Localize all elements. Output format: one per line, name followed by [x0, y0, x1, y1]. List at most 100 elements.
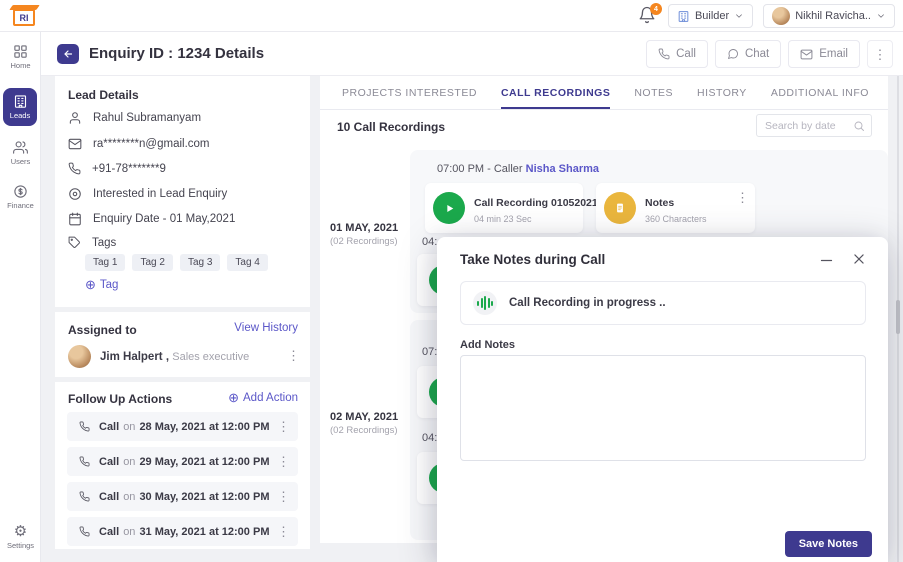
chevron-down-icon — [876, 11, 886, 21]
logo-text: RI — [13, 9, 35, 26]
follow-up-when: 29 May, 2021 at 12:00 PM — [139, 456, 269, 468]
back-button[interactable] — [57, 44, 79, 64]
follow-up-when: 28 May, 2021 at 12:00 PM — [139, 421, 269, 433]
phone-icon — [79, 491, 90, 502]
lead-phone-row: +91-78*******9 — [68, 162, 166, 175]
search-input[interactable] — [765, 120, 851, 132]
header-more-menu[interactable]: ⋮ — [867, 40, 893, 68]
follow-up-more-menu[interactable]: ⋮ — [277, 525, 290, 538]
user-menu-dropdown[interactable]: Nikhil Ravicha.. — [763, 4, 895, 28]
sidebar-item-leads[interactable]: Leads — [3, 88, 37, 126]
add-action-button[interactable]: ⊕ Add Action — [228, 391, 298, 404]
date-group-label: 02 MAY, 2021 (02 Recordings) — [330, 411, 408, 436]
target-icon — [68, 187, 82, 201]
agent-name: Jim Halpert , — [100, 351, 169, 363]
gear-icon: ⚙ — [14, 524, 27, 539]
follow-up-action: Call — [99, 421, 119, 433]
close-button[interactable] — [852, 252, 866, 266]
agent-more-menu[interactable]: ⋮ — [287, 349, 300, 362]
phone-icon — [68, 162, 81, 175]
lead-tags-row: Tags — [68, 236, 116, 249]
recording-text: Call Recording 01052021 04 min 23 Sec — [474, 193, 598, 224]
recording-title: Call Recording 01052021 — [474, 197, 598, 209]
users-icon — [13, 140, 28, 155]
lead-details-card: Lead Details Rahul Subramanyam ra*******… — [55, 76, 310, 307]
notes-textarea[interactable] — [460, 355, 866, 461]
play-button[interactable] — [433, 192, 465, 224]
header-actions: Call Chat Email ⋮ — [646, 40, 893, 68]
assigned-to-title: Assigned to — [68, 323, 137, 337]
builder-dropdown[interactable]: Builder — [668, 4, 753, 28]
agent-info: Jim Halpert , Sales executive — [100, 351, 249, 363]
leads-building-icon — [13, 94, 28, 109]
tab-additional-info[interactable]: ADDITIONAL INFO — [771, 76, 869, 109]
home-grid-icon — [13, 44, 28, 59]
tag-chip[interactable]: Tag 2 — [132, 254, 172, 271]
call-button[interactable]: Call — [646, 40, 708, 68]
recording-time-partial: 04: — [422, 432, 438, 444]
page-title: Enquiry ID : 1234 Details — [89, 45, 264, 62]
tag-chip[interactable]: Tag 4 — [227, 254, 267, 271]
email-button[interactable]: Email — [788, 40, 860, 68]
top-bar: RI 4 Builder Nikhil Ravicha.. — [0, 0, 903, 32]
sidebar-item-users[interactable]: Users — [0, 140, 41, 166]
email-button-label: Email — [819, 48, 848, 60]
follow-up-when: 31 May, 2021 at 12:00 PM — [139, 526, 269, 538]
caller-name-link[interactable]: Nisha Sharma — [526, 163, 599, 175]
follow-up-more-menu[interactable]: ⋮ — [277, 490, 290, 503]
follow-up-row[interactable]: Call on 28 May, 2021 at 12:00 PM ⋮ — [67, 412, 298, 441]
tag-chip[interactable]: Tag 1 — [85, 254, 125, 271]
notes-card[interactable]: Notes 360 Characters ⋮ — [596, 183, 755, 233]
modal-title: Take Notes during Call — [460, 252, 605, 267]
sidebar-item-settings[interactable]: ⚙ Settings — [0, 524, 41, 550]
minimize-button[interactable] — [819, 253, 834, 268]
follow-up-action: Call — [99, 526, 119, 538]
lead-interest: Interested in Lead Enquiry — [93, 188, 227, 200]
follow-up-more-menu[interactable]: ⋮ — [277, 420, 290, 433]
notes-meta: 360 Characters — [645, 214, 707, 224]
notes-text: Notes 360 Characters — [645, 193, 707, 224]
call-recording-card[interactable]: Call Recording 01052021 04 min 23 Sec ⋮ — [425, 183, 583, 233]
app-window: RI 4 Builder Nikhil Ravicha.. Home — [0, 0, 903, 562]
tab-notes[interactable]: NOTES — [634, 76, 673, 109]
follow-up-row[interactable]: Call on 30 May, 2021 at 12:00 PM ⋮ — [67, 482, 298, 511]
notifications-button[interactable]: 4 — [638, 6, 658, 26]
add-tag-button[interactable]: ⊕ Tag — [85, 278, 118, 291]
chat-button[interactable]: Chat — [715, 40, 781, 68]
minimize-icon — [819, 253, 834, 268]
follow-up-conn: on — [123, 456, 135, 468]
person-icon — [68, 111, 82, 125]
follow-up-conn: on — [123, 526, 135, 538]
notes-more-menu[interactable]: ⋮ — [736, 191, 749, 204]
follow-up-row[interactable]: Call on 31 May, 2021 at 12:00 PM ⋮ — [67, 517, 298, 546]
search-icon[interactable] — [853, 120, 865, 132]
follow-up-title: Follow Up Actions — [68, 392, 172, 406]
save-notes-button[interactable]: Save Notes — [785, 531, 872, 557]
tab-history[interactable]: HISTORY — [697, 76, 747, 109]
tag-chip[interactable]: Tag 3 — [180, 254, 220, 271]
sidebar-item-label: Home — [10, 61, 30, 70]
plus-circle-icon: ⊕ — [228, 391, 239, 404]
recording-time: 07:00 PM - Caller — [437, 163, 523, 175]
group-date: 01 MAY, 2021 — [330, 222, 408, 234]
app-logo[interactable]: RI — [10, 3, 40, 29]
group-count: (02 Recordings) — [330, 236, 408, 247]
recording-time-caller: 07:00 PM - Caller Nisha Sharma — [437, 163, 599, 175]
sidebar-item-home[interactable]: Home — [0, 44, 41, 70]
phone-icon — [79, 421, 90, 432]
tab-call-recordings[interactable]: CALL RECORDINGS — [501, 76, 610, 109]
phone-icon — [658, 48, 670, 60]
view-history-link[interactable]: View History — [234, 322, 298, 334]
sidebar-item-finance[interactable]: Finance — [0, 184, 41, 210]
scrollbar-track[interactable] — [897, 32, 899, 562]
tab-projects-interested[interactable]: PROJECTS INTERESTED — [342, 76, 477, 109]
lead-phone: +91-78*******9 — [92, 163, 166, 175]
follow-up-row[interactable]: Call on 29 May, 2021 at 12:00 PM ⋮ — [67, 447, 298, 476]
follow-up-when: 30 May, 2021 at 12:00 PM — [139, 491, 269, 503]
lead-tags-label: Tags — [92, 237, 116, 249]
agent-avatar — [68, 345, 91, 368]
follow-up-more-menu[interactable]: ⋮ — [277, 455, 290, 468]
envelope-icon — [800, 48, 813, 61]
scrollbar-thumb[interactable] — [896, 300, 900, 334]
builder-label: Builder — [695, 10, 729, 22]
